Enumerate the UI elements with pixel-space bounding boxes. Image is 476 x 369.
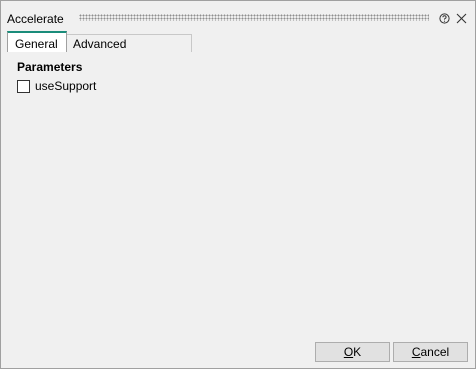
general-tab-panel (7, 52, 475, 338)
tab-advanced-initialization[interactable]: Advanced Initialization (67, 34, 192, 71)
ok-label-rest: K (353, 345, 362, 359)
use-support-label[interactable]: useSupport (35, 79, 96, 93)
window-title: Accelerate (7, 12, 64, 26)
cancel-label-rest: ancel (420, 345, 450, 359)
use-support-checkbox[interactable] (17, 80, 30, 93)
title-bar[interactable]: Accelerate (1, 1, 475, 31)
parameters-heading: Parameters (17, 60, 83, 74)
drag-grip[interactable] (79, 14, 429, 21)
close-icon[interactable] (456, 13, 467, 24)
ok-button[interactable]: OK (315, 342, 390, 362)
help-icon[interactable] (439, 13, 450, 24)
dialog-window: Accelerate General Advanced Initializati… (0, 0, 476, 369)
tab-general[interactable]: General (7, 31, 67, 53)
cancel-button[interactable]: Cancel (393, 342, 468, 362)
tab-general-label: General (15, 37, 58, 51)
ok-mnemonic: O (343, 345, 354, 359)
